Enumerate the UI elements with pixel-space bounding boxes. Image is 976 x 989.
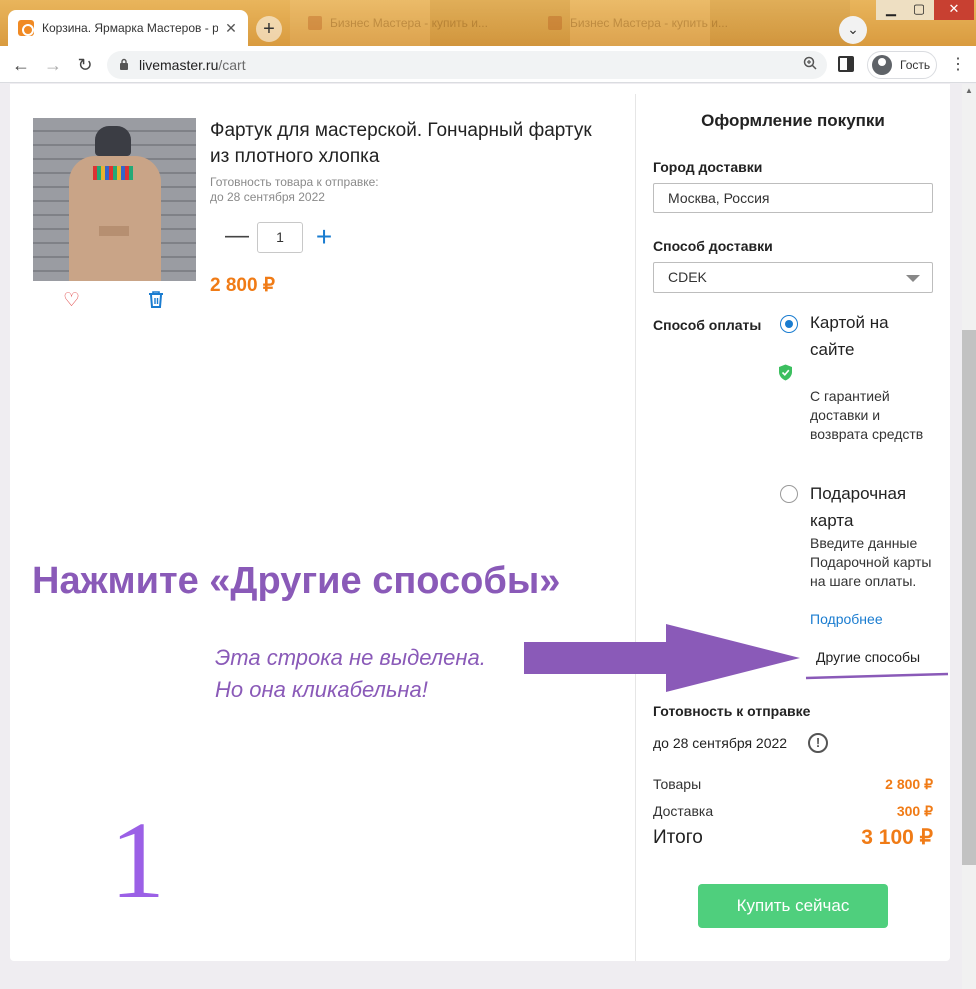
background-tab-favicon-icon [548,16,562,30]
delivery-cost-label: Доставка [653,803,714,819]
background-tab-favicon-icon [308,16,322,30]
mannequin-neck [95,126,131,156]
profile-label: Гость [900,58,931,72]
delivery-cost-value: 300 ₽ [896,803,933,819]
payment-option-card-desc: С гарантией доставки и возврата средств [810,388,924,442]
ready-date: до 28 сентября 2022 [653,735,788,751]
forward-arrow-icon[interactable]: → [40,52,66,78]
readiness-label: Готовность товара к отправке: [210,175,379,189]
product-image[interactable] [33,118,196,281]
goods-value: 2 800 ₽ [885,776,933,792]
payment-radio-gift[interactable] [780,485,798,503]
payment-option-card-title[interactable]: Картой на сайте [810,309,930,363]
window-maximize-button[interactable]: ▢ [904,0,934,20]
apron-pencils [93,166,133,180]
side-panel-icon[interactable] [838,56,854,72]
dropdown-caret-icon [906,275,920,282]
annotation-arrow-icon [524,624,949,692]
annotation-note-line: Но она кликабельна! [215,677,428,702]
city-input[interactable]: Москва, Россия [653,183,933,213]
city-label: Город доставки [653,159,763,175]
window-close-button[interactable]: ✕ [934,0,974,20]
zoom-icon[interactable] [803,56,817,73]
plus-icon[interactable]: + [313,222,335,252]
payment-option-gift-title[interactable]: Подарочная карта [810,480,930,534]
column-divider [635,94,636,961]
goods-label: Товары [653,776,702,792]
annotation-note-line: Эта строка не выделена. [215,645,486,670]
payment-radio-card[interactable] [780,315,798,333]
tab-search-chevron-icon[interactable]: ⌄ [839,16,867,44]
product-price: 2 800 ₽ [210,275,275,296]
active-tab[interactable]: Корзина. Ярмарка Мастеров - р ✕ [8,10,248,46]
avatar-icon [872,55,892,75]
payment-option-gift-desc: Введите данные Подарочной карты на шаге … [810,535,932,589]
background-tab-title: Бизнес Мастера - купить и... [570,16,728,30]
product-readiness: Готовность товара к отправке: до 28 сент… [210,175,379,205]
quantity-input[interactable]: 1 [257,222,303,253]
total-label: Итого [653,827,703,848]
url-path: /cart [218,57,246,73]
ready-label: Готовность к отправке [653,703,811,719]
total-value: 3 100 ₽ [861,826,933,849]
profile-button[interactable]: Гость [867,51,937,79]
readiness-date: до 28 сентября 2022 [210,190,325,204]
background-tab[interactable]: Бизнес Мастера - купить и... [548,10,768,36]
browser-tab-bar: Корзина. Ярмарка Мастеров - р ✕ + Бизнес… [0,0,976,46]
buy-now-button[interactable]: Купить сейчас [698,884,888,928]
lock-icon[interactable] [119,58,129,73]
heart-icon[interactable]: ♡ [63,289,80,312]
delivery-label: Способ доставки [653,238,773,254]
scroll-up-arrow-icon[interactable]: ▲ [962,84,976,98]
browser-toolbar: ← → ↻ livemaster.ru/cart Гость ⋮ [0,46,976,83]
annotation-note: Эта строка не выделена. Но она кликабель… [215,642,486,706]
reload-icon[interactable]: ↻ [72,52,98,78]
product-title[interactable]: Фартук для мастерской. Гончарный фартук … [210,118,610,170]
delivery-select-value: CDEK [668,269,707,285]
new-tab-button[interactable]: + [256,16,282,42]
shield-check-icon [778,364,793,381]
annotation-headline: Нажмите «Другие способы» [32,560,561,602]
info-icon[interactable]: ! [808,733,828,753]
background-tab-title: Бизнес Мастера - купить и... [330,16,488,30]
apron-tie [99,226,129,236]
delivery-select[interactable]: CDEK [653,262,933,293]
tab-title: Корзина. Ярмарка Мастеров - р [42,21,218,35]
checkout-title: Оформление покупки [701,111,885,130]
livemaster-favicon-icon [18,20,34,36]
menu-dots-icon[interactable]: ⋮ [950,54,966,74]
scrollbar-thumb[interactable] [962,330,976,865]
tab-close-icon[interactable]: ✕ [224,20,238,37]
trash-icon[interactable] [147,290,165,308]
back-arrow-icon[interactable]: ← [8,52,34,78]
annotation-step-number: 1 [110,799,165,921]
address-bar[interactable]: livemaster.ru/cart [107,51,827,79]
window-minimize-button[interactable]: ▁ [876,0,906,20]
minus-icon[interactable]: — [225,223,249,251]
background-tab[interactable]: Бизнес Мастера - купить и... [308,10,528,36]
url-host: livemaster.ru [139,57,219,73]
payment-label: Способ оплаты [653,317,762,333]
